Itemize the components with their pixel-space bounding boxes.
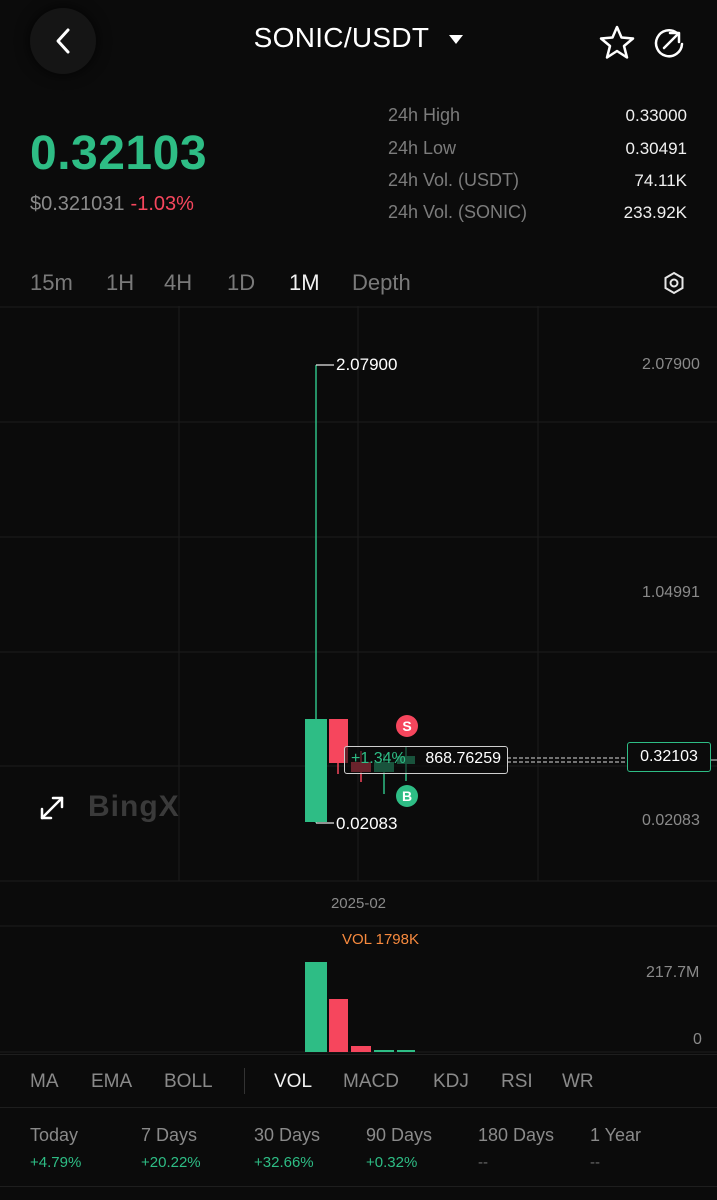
perf-value-30d: +32.66% <box>254 1154 314 1171</box>
volume-bar-5 <box>397 1050 415 1052</box>
volume-title: VOL 1798K <box>342 931 419 948</box>
tab-1m[interactable]: 1M <box>289 270 320 296</box>
volume-axis-zero: 0 <box>693 1031 702 1048</box>
indicator-ema[interactable]: EMA <box>91 1071 132 1093</box>
indicator-separator <box>244 1068 245 1094</box>
indicator-vol[interactable]: VOL <box>274 1071 312 1093</box>
stat-label-vol-sonic: 24h Vol. (SONIC) <box>388 202 528 222</box>
perf-label-1y: 1 Year <box>590 1125 642 1145</box>
stat-value-low: 0.30491 <box>625 139 687 158</box>
caret-down-icon <box>449 35 464 45</box>
buy-marker[interactable]: B <box>396 785 418 807</box>
share-icon[interactable] <box>650 24 688 60</box>
perf-value-1y: -- <box>590 1154 600 1171</box>
stat-value-vol-usdt: 74.11K <box>634 171 687 190</box>
volume-bar-1 <box>305 962 327 1052</box>
star-icon[interactable] <box>598 24 636 60</box>
indicator-kdj[interactable]: KDJ <box>433 1071 469 1093</box>
perf-label-7d: 7 Days <box>141 1125 198 1145</box>
tab-4h[interactable]: 4H <box>164 270 192 296</box>
stat-value-high: 0.33000 <box>625 106 687 125</box>
usd-price: $0.321031 <box>30 193 125 215</box>
change-amount-tag: +1.34% 868.76259 <box>344 746 508 774</box>
chart-settings-icon[interactable] <box>662 271 686 295</box>
perf-label-today: Today <box>30 1125 79 1145</box>
perf-label-30d: 30 Days <box>254 1125 321 1145</box>
axis-price-low: 0.02083 <box>642 812 700 829</box>
bottom-divider <box>0 1186 717 1187</box>
volume-bar-3 <box>351 1046 371 1052</box>
perf-label-180d: 180 Days <box>478 1125 555 1145</box>
perf-value-today: +4.79% <box>30 1154 82 1171</box>
stat-value-vol-sonic: 233.92K <box>623 203 687 222</box>
indicator-bar-divider <box>0 1054 717 1055</box>
pair-title: SONIC/USDT <box>253 22 430 53</box>
indicator-wr[interactable]: WR <box>562 1071 594 1093</box>
axis-price-top: 2.07900 <box>642 356 700 373</box>
volume-axis-top: 217.7M <box>646 964 700 981</box>
sell-marker[interactable]: S <box>396 715 418 737</box>
pct-change-label: +1.34% <box>351 750 406 767</box>
stat-label-low: 24h Low <box>388 138 457 158</box>
perf-value-180d: -- <box>478 1154 488 1171</box>
tab-1h[interactable]: 1H <box>106 270 134 296</box>
current-price-tag[interactable]: 0.32103 <box>627 742 711 772</box>
indicator-macd[interactable]: MACD <box>343 1071 399 1093</box>
perf-value-7d: +20.22% <box>141 1154 201 1171</box>
volume-bar-4 <box>374 1050 394 1052</box>
expand-icon[interactable] <box>38 794 66 822</box>
stat-label-high: 24h High <box>388 105 461 125</box>
usd-price-row: $0.321031 -1.03% <box>30 193 194 216</box>
bingx-watermark: BingX <box>88 790 180 823</box>
perf-value-90d: +0.32% <box>366 1154 418 1171</box>
tab-depth[interactable]: Depth <box>352 270 411 296</box>
tab-1d[interactable]: 1D <box>227 270 255 296</box>
last-price: 0.32103 <box>30 127 208 180</box>
indicator-ma[interactable]: MA <box>30 1071 59 1093</box>
indicator-rsi[interactable]: RSI <box>501 1071 533 1093</box>
candle-high-label: 2.07900 <box>336 355 398 374</box>
indicator-boll[interactable]: BOLL <box>164 1071 213 1093</box>
performance-divider <box>0 1107 717 1108</box>
candle-low-label: 0.02083 <box>336 814 398 833</box>
tab-15m[interactable]: 15m <box>30 270 73 296</box>
amount-label: 868.76259 <box>425 750 501 767</box>
axis-price-mid: 1.04991 <box>642 584 700 601</box>
perf-label-90d: 90 Days <box>366 1125 433 1145</box>
date-axis-label: 2025-02 <box>330 895 387 912</box>
stat-label-vol-usdt: 24h Vol. (USDT) <box>388 170 520 190</box>
price-change: -1.03% <box>130 193 194 215</box>
volume-bar-2 <box>329 999 348 1052</box>
